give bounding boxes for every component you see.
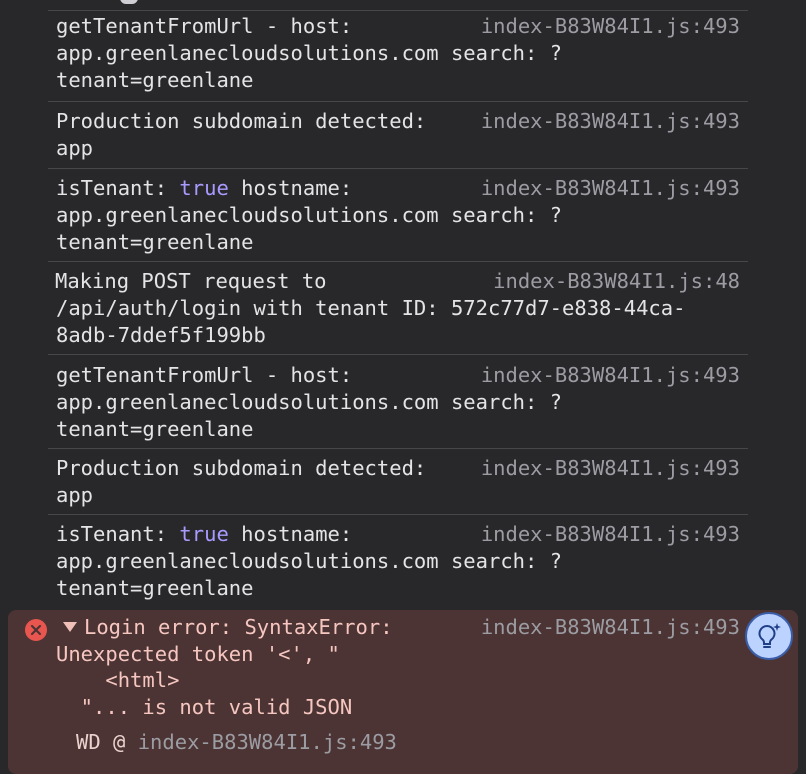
- message-text: getTenantFromUrl - host:: [56, 363, 353, 387]
- error-text: Unexpected token '<', ": [56, 642, 340, 666]
- console-message: isTenant: true hostname: index-B83W84I1.…: [48, 168, 748, 262]
- source-link[interactable]: index-B83W84I1.js:48: [493, 268, 740, 295]
- stack-trace-line: WD @ index-B83W84I1.js:493: [76, 730, 397, 754]
- console-message: Production subdomain detected: index-B83…: [48, 448, 748, 515]
- console-message: Production subdomain detected: index-B83…: [48, 101, 748, 169]
- source-link[interactable]: index-B83W84I1.js:493: [481, 108, 740, 135]
- message-text: getTenantFromUrl - host:: [56, 14, 353, 38]
- message-text: tenant=greenlane: [56, 230, 254, 254]
- lightbulb-sparkle-icon: [758, 623, 781, 648]
- boolean-value: true: [179, 522, 229, 546]
- stack-trace-link[interactable]: index-B83W84I1.js:493: [138, 730, 397, 754]
- message-text: isTenant: true hostname:: [56, 176, 353, 200]
- ai-assistance-button[interactable]: [745, 612, 793, 660]
- message-text: /api/auth/login with tenant ID: 572c77d7…: [56, 296, 686, 320]
- message-text: app: [56, 483, 94, 507]
- message-text: Production subdomain detected:: [56, 456, 427, 480]
- source-link[interactable]: index-B83W84I1.js:493: [481, 521, 740, 548]
- message-text: Production subdomain detected:: [56, 109, 427, 133]
- message-text: tenant=greenlane: [56, 68, 254, 92]
- message-text: 8adb-7ddef5f199bb: [56, 323, 266, 347]
- source-link[interactable]: index-B83W84I1.js:493: [481, 362, 740, 389]
- message-text: isTenant: true hostname:: [56, 522, 353, 546]
- source-link[interactable]: index-B83W84I1.js:493: [481, 455, 740, 482]
- source-link[interactable]: index-B83W84I1.js:493: [481, 13, 740, 40]
- console-message: Making POST request to index-B83W84I1.js…: [48, 261, 748, 355]
- error-text: "... is not valid JSON: [56, 695, 353, 719]
- console-message: getTenantFromUrl - host: index-B83W84I1.…: [48, 10, 748, 102]
- boolean-value: true: [179, 176, 229, 200]
- console-message: getTenantFromUrl - host: index-B83W84I1.…: [48, 354, 748, 449]
- console-message: isTenant: true hostname: index-B83W84I1.…: [48, 514, 748, 611]
- console-panel: getTenantFromUrl - host: index-B83W84I1.…: [0, 0, 806, 774]
- error-text: Login error: SyntaxError:: [84, 615, 393, 639]
- message-text: app.greenlanecloudsolutions.com search: …: [56, 203, 563, 227]
- console-error-message: Login error: SyntaxError: index-B83W84I1…: [8, 610, 798, 774]
- error-circle-icon: [25, 619, 47, 641]
- source-link[interactable]: index-B83W84I1.js:493: [481, 614, 740, 641]
- message-text: app.greenlanecloudsolutions.com search: …: [56, 41, 563, 65]
- message-text: app.greenlanecloudsolutions.com search: …: [56, 390, 563, 414]
- expand-triangle-icon[interactable]: [63, 622, 77, 632]
- message-text: tenant=greenlane: [56, 417, 254, 441]
- message-text: app.greenlanecloudsolutions.com search: …: [56, 549, 563, 573]
- error-text: <html>: [56, 668, 180, 692]
- message-text: Making POST request to: [55, 269, 327, 293]
- message-text: tenant=greenlane: [56, 576, 254, 600]
- source-link[interactable]: index-B83W84I1.js:493: [481, 175, 740, 202]
- message-text: app: [56, 136, 94, 160]
